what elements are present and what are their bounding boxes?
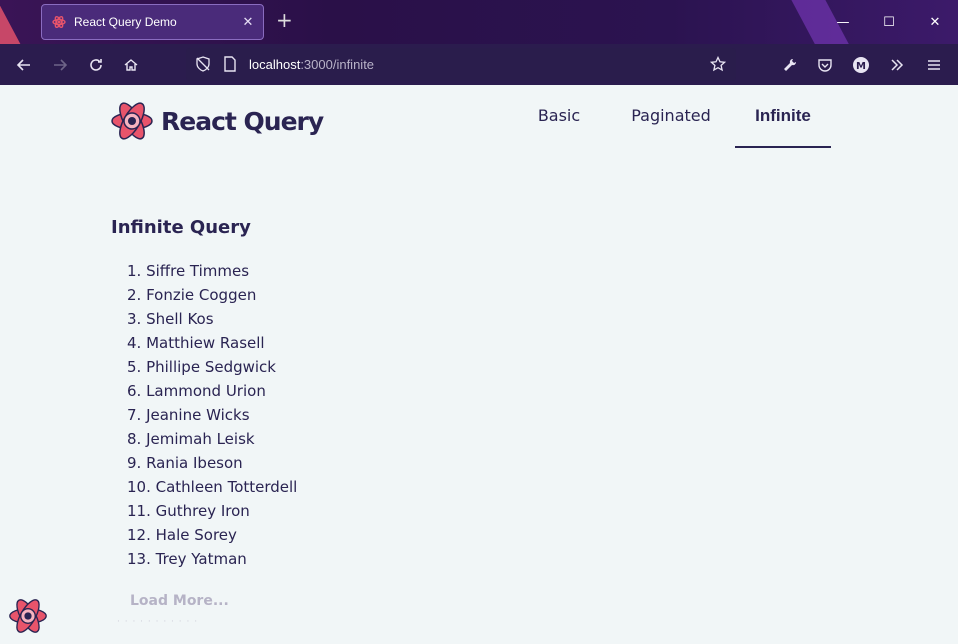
tab-title: React Query Demo — [74, 15, 177, 29]
list-item: 11. Guthrey Iron — [127, 502, 250, 520]
browser-navigation-bar: localhost:3000/infinite M — [0, 44, 958, 85]
list-item: 5. Phillipe Sedgwick — [127, 358, 276, 376]
account-initial: M — [856, 61, 866, 72]
browser-tab-bar: React Query Demo ✕ + — ☐ ✕ — [0, 0, 958, 44]
list-item: 10. Cathleen Totterdell — [127, 478, 298, 496]
url-path: :3000/infinite — [300, 57, 375, 72]
page-title: Infinite Query — [111, 217, 251, 238]
react-query-logo-icon — [111, 102, 153, 140]
url-text[interactable]: localhost:3000/infinite — [249, 57, 374, 72]
page-content: React Query Basic Paginated Infinite Inf… — [0, 85, 958, 644]
brand-logo[interactable]: React Query — [110, 99, 324, 143]
nav-link-basic[interactable]: Basic — [511, 106, 607, 125]
account-icon[interactable]: M — [848, 52, 874, 78]
close-window-button[interactable]: ✕ — [912, 0, 958, 44]
list-item: 12. Hale Sorey — [127, 526, 237, 544]
browser-tab[interactable]: React Query Demo ✕ — [41, 4, 264, 40]
nav-link-paginated[interactable]: Paginated — [623, 106, 719, 125]
url-host: localhost — [249, 57, 301, 72]
list-item: 13. Trey Yatman — [127, 550, 247, 568]
minimize-button[interactable]: — — [820, 0, 866, 44]
list-item: 6. Lammond Urion — [127, 382, 266, 400]
react-query-favicon — [52, 16, 66, 28]
tab-close-icon[interactable]: ✕ — [233, 15, 263, 30]
back-arrow-icon[interactable] — [11, 52, 37, 78]
faded-text: · · · · · · · · · · · — [117, 617, 199, 627]
active-nav-indicator — [735, 146, 831, 148]
new-tab-button[interactable]: + — [276, 10, 293, 30]
page-info-icon[interactable] — [217, 51, 243, 77]
decorative-stripe — [0, 0, 39, 44]
list-item: 3. Shell Kos — [127, 310, 214, 328]
forward-arrow-icon[interactable] — [47, 52, 73, 78]
tracking-shield-icon[interactable] — [190, 51, 216, 77]
list-item: 4. Matthiew Rasell — [127, 334, 265, 352]
address-bar[interactable]: localhost:3000/infinite — [186, 48, 736, 81]
bookmark-star-icon[interactable] — [705, 51, 731, 77]
home-icon[interactable] — [118, 52, 144, 78]
reload-icon[interactable] — [83, 52, 109, 78]
list-item: 9. Rania Ibeson — [127, 454, 243, 472]
list-item: 8. Jemimah Leisk — [127, 430, 255, 448]
load-more-button[interactable]: Load More... — [130, 593, 229, 609]
nav-link-infinite[interactable]: Infinite — [735, 106, 831, 126]
maximize-button[interactable]: ☐ — [866, 0, 912, 44]
pocket-icon[interactable] — [812, 52, 838, 78]
menu-icon[interactable] — [921, 52, 947, 78]
overflow-icon[interactable] — [884, 52, 910, 78]
wrench-icon[interactable] — [777, 52, 803, 78]
list-item: 7. Jeanine Wicks — [127, 406, 250, 424]
people-list: 1. Siffre Timmes 2. Fonzie Coggen 3. She… — [127, 259, 297, 571]
list-item: 1. Siffre Timmes — [127, 262, 250, 280]
list-item: 2. Fonzie Coggen — [127, 286, 257, 304]
devtools-toggle-icon[interactable] — [8, 596, 48, 636]
brand-name: React Query — [161, 106, 324, 136]
